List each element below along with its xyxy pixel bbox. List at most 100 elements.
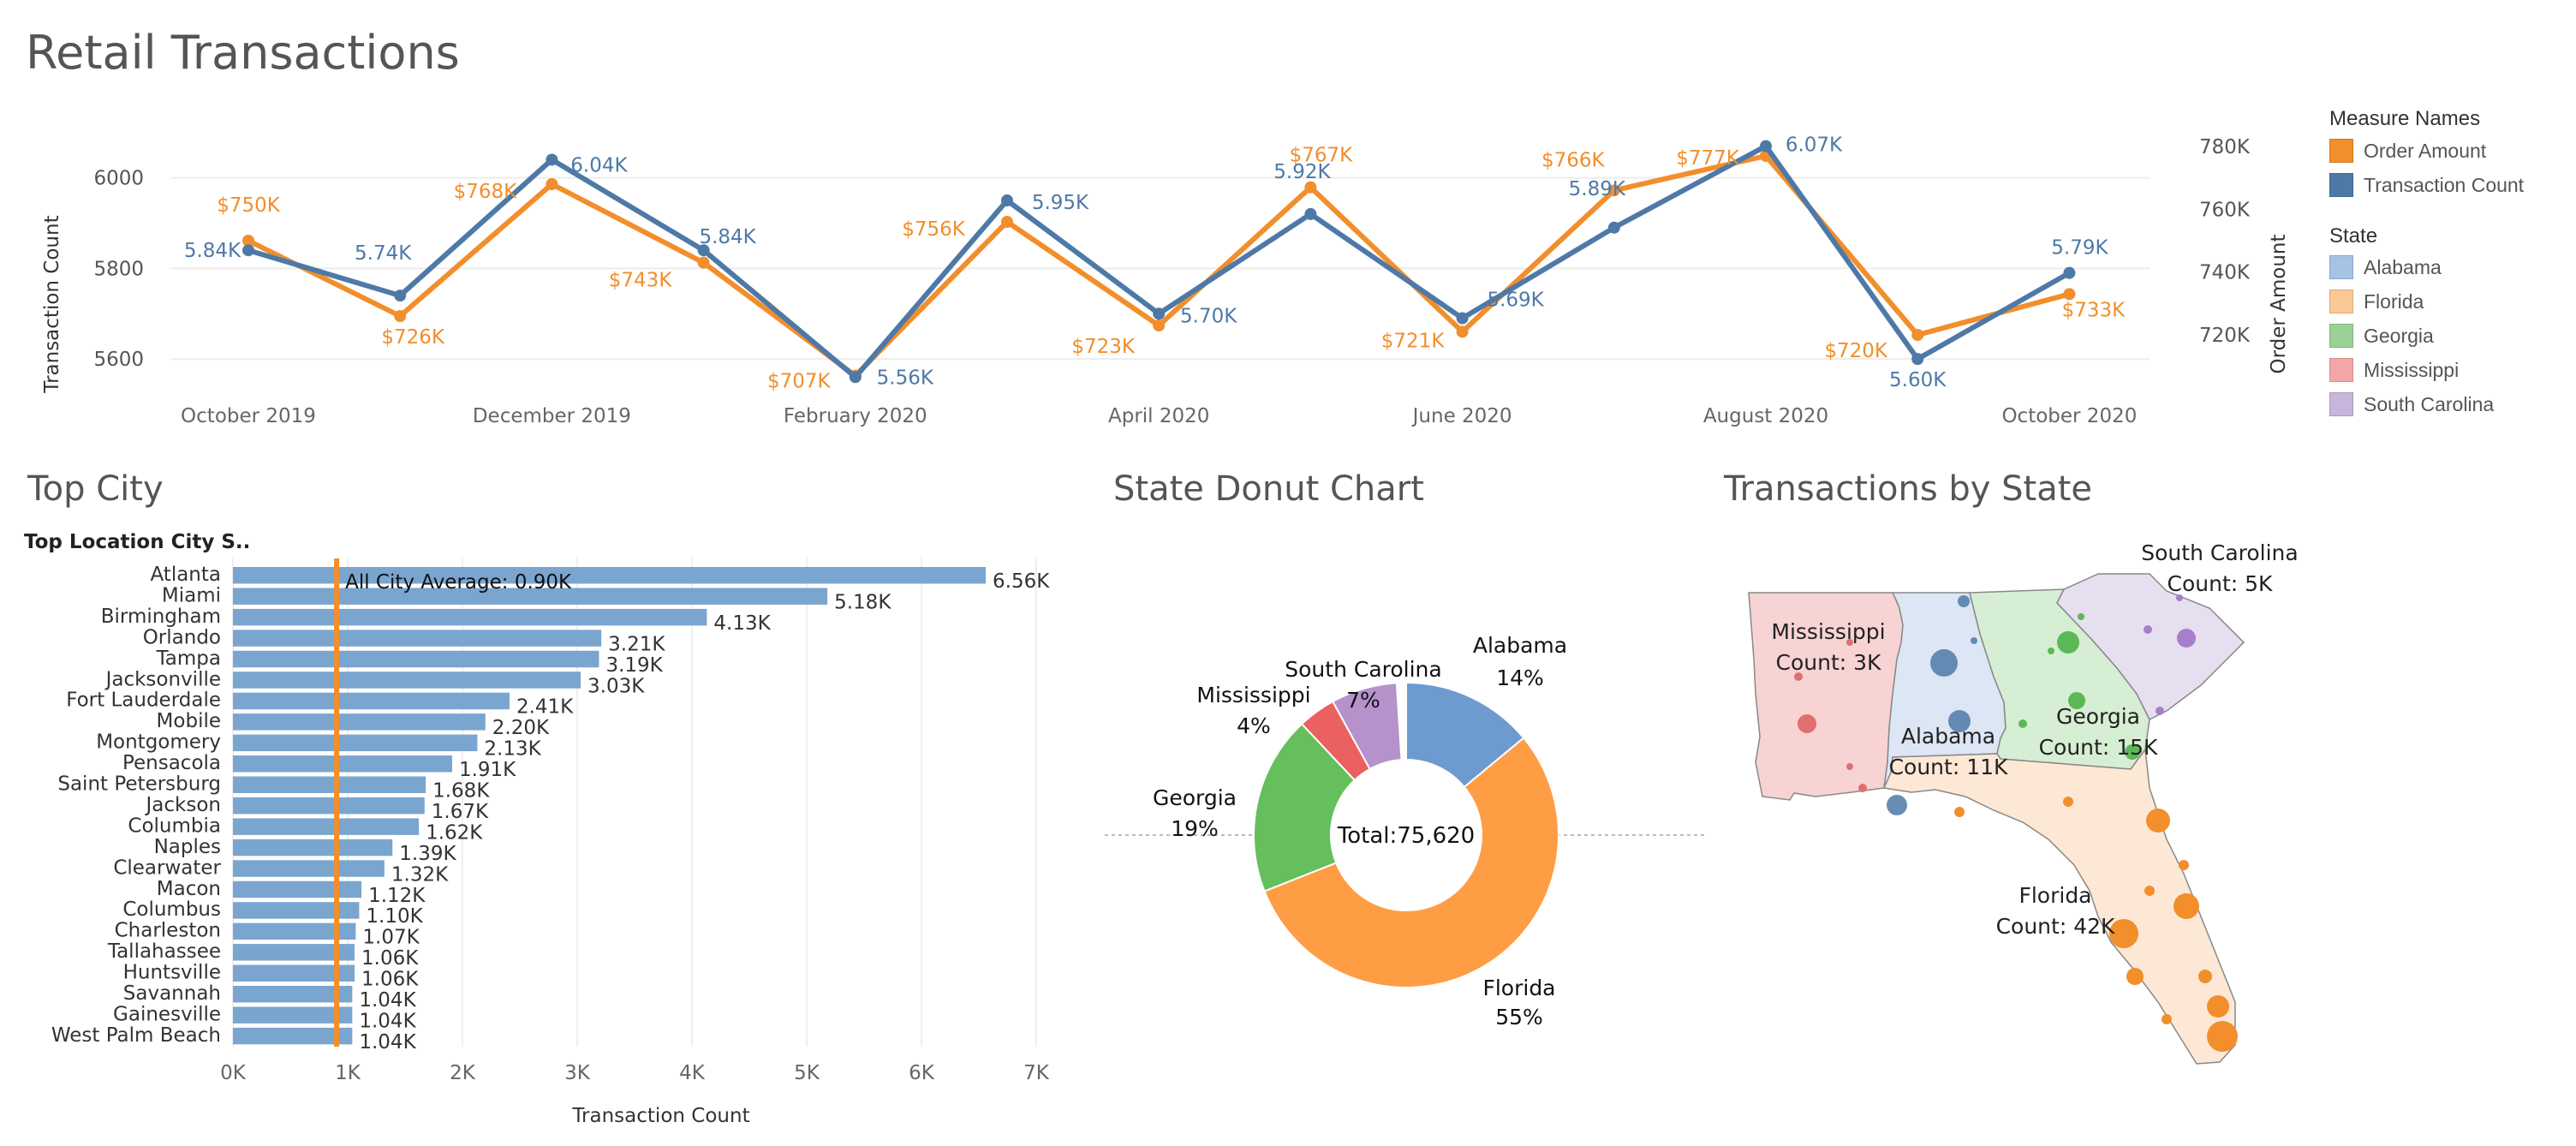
city-bar[interactable] (233, 630, 602, 647)
city-label: Columbia (128, 815, 221, 837)
data-point[interactable] (546, 178, 558, 190)
data-point[interactable] (242, 244, 254, 257)
city-label: Montgomery (96, 731, 221, 754)
map-label-state: Mississippi (1771, 619, 1885, 644)
x-tick-label: June 2020 (1411, 405, 1512, 427)
city-bar[interactable] (233, 734, 478, 752)
data-point[interactable] (1456, 312, 1469, 325)
city-bar[interactable] (233, 608, 707, 626)
city-label: Tallahassee (107, 940, 221, 963)
city-label: Tampa (156, 648, 221, 670)
average-reference-label: All City Average: 0.90K (345, 571, 572, 594)
legend-item-transaction-count[interactable]: Transaction Count (2329, 173, 2524, 197)
city-bar[interactable] (233, 860, 385, 877)
legend-item-mississippi[interactable]: Mississippi (2329, 358, 2459, 382)
data-point[interactable] (1001, 194, 1013, 207)
data-point[interactable] (1001, 216, 1013, 228)
city-bar[interactable] (233, 671, 581, 689)
bar-value-label: 4.13K (713, 612, 771, 635)
data-point[interactable] (546, 153, 558, 166)
data-point[interactable] (1607, 221, 1620, 234)
legend-item-alabama[interactable]: Alabama (2329, 255, 2442, 279)
donut-label-name: Mississippi (1196, 683, 1310, 707)
data-label: 6.04K (570, 154, 628, 176)
donut-label-pct: 55% (1495, 1005, 1543, 1030)
city-bar[interactable] (233, 650, 599, 668)
city-bar[interactable] (233, 713, 486, 731)
data-point[interactable] (2063, 288, 2076, 301)
legend-item-florida[interactable]: Florida (2329, 289, 2424, 313)
line-chart[interactable]: Transaction Count Order Amount 5600 5800 6… (0, 86, 2295, 445)
x-tick-label: December 2019 (473, 405, 631, 427)
data-label: 5.95K (1032, 192, 1089, 214)
transactions-map[interactable]: Mississippi Count: 3K Alabama Count: 11K… (1721, 540, 2321, 1096)
data-label: 5.84K (184, 240, 242, 262)
legend-label: Alabama (2364, 255, 2442, 278)
legend-swatch (2329, 139, 2353, 163)
data-point[interactable] (697, 256, 710, 269)
map-dot (1971, 637, 1977, 644)
data-point[interactable] (1304, 207, 1317, 220)
city-label: Miami (162, 584, 221, 606)
legend-item-order-amount[interactable]: Order Amount (2329, 139, 2486, 163)
data-point[interactable] (1911, 329, 1924, 341)
city-bar[interactable] (233, 902, 360, 919)
donut-label-name: South Carolina (1285, 657, 1441, 682)
data-point[interactable] (2063, 266, 2076, 279)
city-label: Jackson (145, 794, 221, 816)
city-bar[interactable] (233, 692, 510, 710)
data-point[interactable] (1153, 319, 1166, 331)
x-tick-label: February 2020 (784, 405, 927, 427)
bar-value-label: 5.18K (834, 591, 891, 613)
map-dot (2144, 625, 2152, 634)
bar-chart-header: Top Location City S.. (24, 531, 250, 553)
data-label: $721K (1381, 330, 1446, 352)
legend-label: South Carolina (2364, 392, 2495, 415)
legend-item-georgia[interactable]: Georgia (2329, 324, 2434, 348)
data-point[interactable] (1153, 307, 1166, 320)
city-label: Fort Lauderdale (66, 689, 221, 712)
data-point[interactable] (1456, 325, 1469, 338)
y-right-tick-label: 780K (2199, 136, 2251, 158)
x-tick-label: October 2019 (181, 405, 316, 427)
city-label: Naples (154, 836, 221, 858)
bar-value-label: 3.21K (608, 633, 665, 655)
data-point[interactable] (394, 310, 407, 322)
city-bar[interactable] (233, 776, 426, 793)
legend-item-south-carolina[interactable]: South Carolina (2329, 392, 2494, 416)
city-bar[interactable] (233, 880, 362, 898)
city-bar[interactable] (233, 839, 393, 857)
data-label: $726K (381, 326, 445, 349)
donut-label-pct: 19% (1171, 816, 1219, 841)
legend-swatch (2329, 289, 2353, 313)
x-tick-label: 4K (679, 1062, 706, 1084)
city-label: Atlanta (150, 564, 221, 586)
data-label: $767K (1290, 145, 1354, 167)
map-label-count: Count: 3K (1776, 650, 1882, 675)
map-label-count: Count: 11K (1889, 755, 2008, 779)
x-tick-label: 5K (794, 1062, 820, 1084)
bar-x-axis-label: Transaction Count (571, 1105, 749, 1127)
data-point[interactable] (394, 289, 407, 302)
bar-value-label: 1.39K (399, 843, 456, 865)
bar-value-label: 1.04K (359, 1010, 416, 1032)
y-right-tick-label: 760K (2199, 199, 2251, 221)
bar-value-label: 1.07K (362, 927, 420, 949)
x-tick-label: October 2020 (2001, 405, 2137, 427)
map-dot (1798, 714, 1816, 733)
city-bar[interactable] (233, 818, 420, 835)
data-point[interactable] (849, 371, 862, 384)
top-city-bar-chart[interactable]: Top Location City S.. Atlanta 6.56K Miami 5… (0, 522, 1105, 1139)
data-label: $733K (2062, 299, 2126, 321)
city-bar[interactable] (233, 755, 452, 773)
data-point[interactable] (1911, 353, 1924, 366)
city-label: Huntsville (123, 962, 221, 984)
city-bar[interactable] (233, 797, 425, 815)
map-label-state: Florida (2018, 883, 2091, 908)
data-label: 5.84K (699, 226, 756, 248)
map-label-state: Alabama (1901, 724, 1995, 749)
data-point[interactable] (1760, 140, 1772, 152)
series-line-transaction-count[interactable] (247, 143, 2071, 380)
bar-value-label: 1.04K (359, 1031, 416, 1053)
state-donut-chart[interactable]: Total:75,620 Alabama 14% Florida 55% Georgia… (1105, 600, 1721, 1062)
